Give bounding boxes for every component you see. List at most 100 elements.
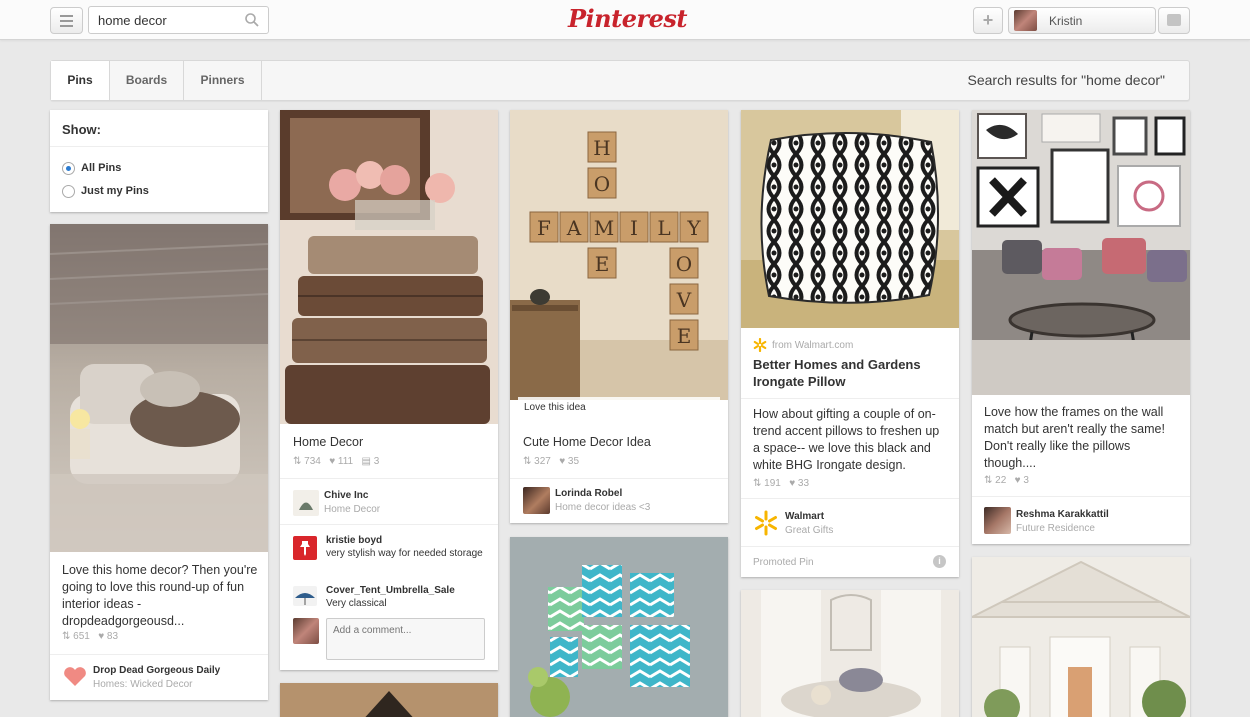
repin-count: 327 <box>534 456 551 467</box>
svg-text:O: O <box>594 172 610 196</box>
info-icon[interactable]: i <box>933 555 946 568</box>
pin-card[interactable] <box>280 683 498 717</box>
repin-count: 22 <box>995 475 1007 486</box>
tab-boards[interactable]: Boards <box>110 61 184 100</box>
pin-image[interactable] <box>972 110 1190 395</box>
svg-text:A: A <box>566 216 582 240</box>
speech-bubble-icon <box>1167 14 1181 26</box>
repin-count: 191 <box>764 478 781 489</box>
search-subnav: Pins Boards Pinners Search results for "… <box>50 60 1190 101</box>
svg-text:I: I <box>630 216 638 240</box>
repin-count: 734 <box>304 456 321 467</box>
pin-image[interactable] <box>280 683 498 717</box>
svg-text:H: H <box>593 136 610 160</box>
current-user-avatar <box>293 618 319 644</box>
pinner-name[interactable]: Lorinda Robel <box>555 488 622 499</box>
scrabble-tile: L <box>649 211 679 243</box>
pin-image[interactable] <box>50 224 268 552</box>
comment-input[interactable] <box>326 618 485 660</box>
board-name[interactable]: Great Gifts <box>785 525 833 536</box>
svg-text:Y: Y <box>686 216 701 240</box>
heart-icon: ♥ <box>98 631 105 642</box>
user-menu-button[interactable]: Kristin <box>1008 7 1156 34</box>
pin-card[interactable] <box>741 590 959 717</box>
pin-image[interactable] <box>972 557 1190 717</box>
pin-description: How about gifting a couple of on-trend a… <box>753 407 940 472</box>
board-name[interactable]: Home Decor <box>324 504 380 515</box>
radio-my-pins-label[interactable]: Just my Pins <box>81 185 149 197</box>
tab-pinners[interactable]: Pinners <box>184 61 262 100</box>
pin-description: Love how the frames on the wall match bu… <box>984 405 1165 470</box>
comment-count: 3 <box>373 456 380 467</box>
pin-description: Cute Home Decor Idea <box>523 435 651 449</box>
pinner-name[interactable]: Chive Inc <box>324 490 368 501</box>
commenter-avatar[interactable] <box>293 536 317 560</box>
pinner-avatar[interactable] <box>984 507 1011 534</box>
pin-overlay: Love this idea <box>518 397 720 421</box>
show-filter-title: Show: <box>62 122 101 137</box>
heart-icon: ♥ <box>329 456 336 467</box>
scrabble-tile: I <box>619 211 649 243</box>
add-pin-button[interactable]: + <box>973 7 1003 34</box>
pin-source[interactable]: from Walmart.com <box>772 340 853 351</box>
scrabble-tile: M <box>589 211 619 243</box>
pin-image[interactable] <box>280 110 498 424</box>
svg-text:E: E <box>677 324 692 348</box>
repin-icon: ⇅ <box>523 456 532 467</box>
pin-card[interactable]: Love how the frames on the wall match bu… <box>972 110 1190 544</box>
pin-card[interactable] <box>510 537 728 717</box>
scrabble-tile: O <box>587 167 617 199</box>
commenter-name[interactable]: Cover_Tent_Umbrella_Sale <box>326 585 455 596</box>
menu-button[interactable] <box>50 7 83 34</box>
pin-image[interactable] <box>741 590 959 717</box>
tab-pins[interactable]: Pins <box>51 61 110 100</box>
pin-card[interactable]: Love this home decor? Then you're going … <box>50 224 268 700</box>
pin-card[interactable]: Home Decor ⇅ 734 ♥ 111 ▤ 3 Chive Inc Hom… <box>280 110 498 670</box>
pin-stats: ⇅ 191 ♥ 33 <box>753 478 809 489</box>
scrabble-tile: O <box>669 247 699 279</box>
pin-stats: ⇅ 734 ♥ 111 ▤ 3 <box>293 456 379 467</box>
pinner-avatar[interactable] <box>293 490 319 516</box>
radio-all-pins[interactable] <box>62 162 75 175</box>
search-icon[interactable] <box>244 12 260 28</box>
svg-text:V: V <box>676 288 692 312</box>
commenter-name[interactable]: kristie boyd <box>326 535 382 546</box>
pinner-avatar[interactable] <box>62 664 88 690</box>
user-avatar <box>1014 10 1037 31</box>
pinner-avatar[interactable] <box>523 487 550 514</box>
pin-card[interactable]: from Walmart.com Better Homes and Garden… <box>741 110 959 577</box>
pin-image[interactable]: HOF A M I L YE OVE <box>510 110 728 400</box>
commenter-avatar[interactable] <box>293 586 317 606</box>
heart-icon: ♥ <box>789 478 796 489</box>
pin-stats: ⇅ 22 ♥ 3 <box>984 475 1029 486</box>
scrabble-tile: V <box>669 283 699 315</box>
search-box <box>88 6 269 34</box>
scrabble-tile: H <box>587 131 617 163</box>
pin-image[interactable] <box>510 537 728 717</box>
pinterest-logo[interactable]: Pinterest <box>568 4 687 33</box>
top-bar: Pinterest + Kristin <box>0 0 1250 40</box>
pin-title[interactable]: Better Homes and Gardens Irongate Pillow <box>753 356 949 390</box>
pinner-name[interactable]: Reshma Karakkattil <box>1016 509 1109 520</box>
pin-image[interactable] <box>741 110 959 328</box>
radio-all-pins-label[interactable]: All Pins <box>81 162 121 174</box>
pinner-name[interactable]: Walmart <box>785 511 824 522</box>
board-name[interactable]: Homes: Wicked Decor <box>93 679 192 690</box>
pin-card[interactable] <box>972 557 1190 717</box>
repin-icon: ⇅ <box>62 631 71 642</box>
repin-icon: ⇅ <box>293 456 302 467</box>
board-name[interactable]: Home decor ideas <3 <box>555 502 650 513</box>
comment-text: Very classical <box>326 598 387 609</box>
pinner-name[interactable]: Drop Dead Gorgeous Daily <box>93 665 220 676</box>
notifications-button[interactable] <box>1158 7 1190 34</box>
pinner-avatar[interactable] <box>753 510 779 536</box>
board-name[interactable]: Future Residence <box>1016 523 1095 534</box>
pin-icon <box>300 541 310 556</box>
pin-card[interactable]: HOFAMILYEOVE Love this idea Cute Home De… <box>510 110 728 523</box>
search-input[interactable] <box>89 7 239 33</box>
pin-description: Love this home decor? Then you're going … <box>62 563 258 628</box>
scrabble-tile: Y <box>679 211 709 243</box>
user-name: Kristin <box>1049 14 1083 28</box>
radio-my-pins[interactable] <box>62 185 75 198</box>
search-results-heading: Search results for "home decor" <box>967 72 1165 88</box>
